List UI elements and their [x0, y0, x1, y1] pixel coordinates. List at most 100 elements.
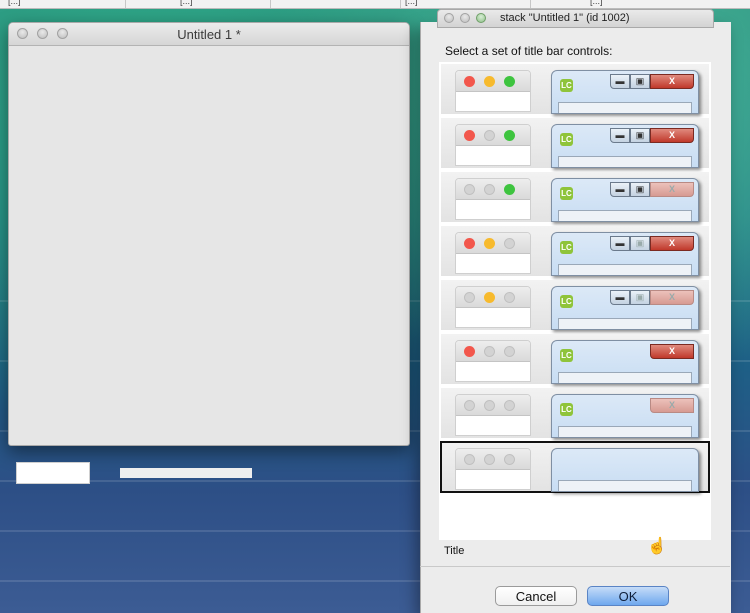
- ok-button[interactable]: OK: [587, 586, 669, 606]
- titlebar-option-7[interactable]: LC X: [441, 388, 709, 438]
- titlebar-option-4[interactable]: LC ▬ ▣ X: [441, 226, 709, 276]
- mac-titlebar-preview: [455, 70, 531, 112]
- close-icon: X: [650, 236, 694, 251]
- titlebar-option-3[interactable]: LC ▬ ▣ X: [441, 172, 709, 222]
- red-traffic-light-icon: [464, 346, 475, 357]
- palette-prompt: Select a set of title bar controls:: [445, 44, 613, 58]
- background-text-3: [...]: [405, 0, 418, 6]
- mac-titlebar: [456, 125, 530, 146]
- window-body-preview: [558, 102, 692, 113]
- untitled-window-content[interactable]: [9, 46, 409, 445]
- mac-titlebar-preview: [455, 394, 531, 436]
- mac-titlebar: [456, 341, 530, 362]
- mac-titlebar: [456, 71, 530, 92]
- minimize-icon[interactable]: [460, 13, 470, 23]
- mac-titlebar-preview: [455, 286, 531, 328]
- green-traffic-light-icon: [504, 76, 515, 87]
- gray-traffic-light-icon: [484, 400, 495, 411]
- maximize-icon: ▣: [630, 290, 650, 305]
- titlebar-option-1[interactable]: LC ▬ ▣ X: [441, 64, 709, 114]
- gray-traffic-light-icon: [484, 346, 495, 357]
- yellow-traffic-light-icon: [484, 238, 495, 249]
- mac-titlebar-preview: [455, 448, 531, 490]
- gray-traffic-light-icon: [504, 292, 515, 303]
- close-icon[interactable]: [444, 13, 454, 23]
- mac-titlebar: [456, 395, 530, 416]
- window-body-preview: [558, 372, 692, 383]
- green-traffic-light-icon: [504, 184, 515, 195]
- yellow-traffic-light-icon: [484, 292, 495, 303]
- red-traffic-light-icon: [464, 130, 475, 141]
- gray-traffic-light-icon: [464, 454, 475, 465]
- titlebar-option-6[interactable]: LC X: [441, 334, 709, 384]
- maximize-icon: ▣: [630, 74, 650, 89]
- divider: [420, 566, 730, 567]
- titlebar-option-2[interactable]: LC ▬ ▣ X: [441, 118, 709, 168]
- windows-titlebar-preview: LC X: [551, 394, 699, 438]
- palette-title: stack "Untitled 1" (id 1002): [500, 12, 630, 24]
- mac-titlebar-preview: [455, 232, 531, 274]
- green-traffic-light-icon: [504, 130, 515, 141]
- partial-option-bar: [120, 468, 252, 478]
- minimize-icon: ▬: [610, 74, 630, 89]
- mac-titlebar-preview: [455, 340, 531, 382]
- background-text-1: [...]: [8, 0, 21, 6]
- minimize-icon: ▬: [610, 290, 630, 305]
- gray-traffic-light-icon: [504, 346, 515, 357]
- gray-traffic-light-icon: [464, 292, 475, 303]
- gray-traffic-light-icon: [464, 400, 475, 411]
- livecode-logo-icon: LC: [560, 133, 573, 146]
- mac-titlebar-preview: [455, 178, 531, 220]
- gray-traffic-light-icon: [504, 400, 515, 411]
- zoom-icon[interactable]: [476, 13, 486, 23]
- close-icon: X: [650, 398, 694, 413]
- untitled-window: Untitled 1 *: [8, 22, 410, 446]
- windows-titlebar-preview: LC ▬ ▣ X: [551, 286, 699, 330]
- close-icon: X: [650, 344, 694, 359]
- mac-titlebar: [456, 179, 530, 200]
- windows-titlebar-preview: LC ▬ ▣ X: [551, 124, 699, 168]
- window-body-preview: [558, 210, 692, 221]
- title-label: Title: [444, 545, 465, 557]
- maximize-icon: ▣: [630, 182, 650, 197]
- gray-traffic-light-icon: [484, 130, 495, 141]
- minimize-icon: ▬: [610, 182, 630, 197]
- gray-traffic-light-icon: [484, 454, 495, 465]
- window-title: Untitled 1 *: [177, 27, 241, 42]
- yellow-traffic-light-icon: [484, 76, 495, 87]
- background-text-2: [...]: [180, 0, 193, 6]
- partial-option-preview: [16, 462, 90, 484]
- hand-cursor-icon: ☝: [647, 538, 667, 555]
- mac-titlebar: [456, 233, 530, 254]
- titlebar-options-list[interactable]: LC ▬ ▣ X LC ▬ ▣ X LC ▬ ▣ X LC ▬ ▣ X LC ▬ ▣ X LC X LC X: [439, 62, 711, 540]
- window-body-preview: [558, 264, 692, 275]
- cancel-button[interactable]: Cancel: [495, 586, 577, 606]
- livecode-logo-icon: LC: [560, 79, 573, 92]
- windows-titlebar-preview: LC ▬ ▣ X: [551, 232, 699, 276]
- windows-titlebar-preview: LC ▬ ▣ X: [551, 70, 699, 114]
- livecode-logo-icon: LC: [560, 403, 573, 416]
- close-icon: X: [650, 290, 694, 305]
- minimize-icon: ▬: [610, 236, 630, 251]
- livecode-logo-icon: LC: [560, 349, 573, 362]
- titlebar-option-8[interactable]: [440, 441, 710, 493]
- maximize-icon: ▣: [630, 236, 650, 251]
- gray-traffic-light-icon: [484, 184, 495, 195]
- background-window-edge: [...] [...] [...] [...]: [0, 0, 750, 9]
- livecode-logo-icon: LC: [560, 187, 573, 200]
- untitled-window-titlebar[interactable]: Untitled 1 *: [9, 23, 409, 46]
- gray-traffic-light-icon: [504, 238, 515, 249]
- windows-titlebar-preview: [551, 448, 699, 492]
- close-icon: X: [650, 74, 694, 89]
- palette-titlebar[interactable]: stack "Untitled 1" (id 1002): [437, 9, 714, 28]
- windows-titlebar-preview: LC ▬ ▣ X: [551, 178, 699, 222]
- window-body-preview: [558, 156, 692, 167]
- livecode-logo-icon: LC: [560, 241, 573, 254]
- window-body-preview: [558, 480, 692, 491]
- titlebar-option-5[interactable]: LC ▬ ▣ X: [441, 280, 709, 330]
- close-icon: X: [650, 182, 694, 197]
- red-traffic-light-icon: [464, 238, 475, 249]
- livecode-logo-icon: LC: [560, 295, 573, 308]
- window-body-preview: [558, 318, 692, 329]
- mac-titlebar: [456, 287, 530, 308]
